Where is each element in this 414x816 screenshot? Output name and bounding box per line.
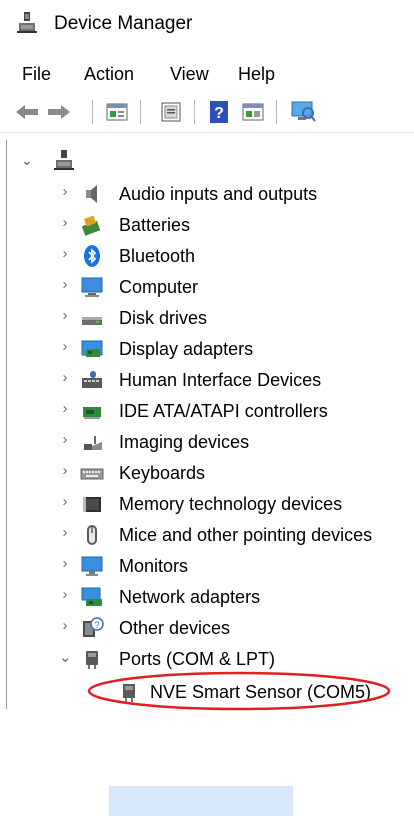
- tree-item-label: Monitors: [119, 556, 189, 576]
- chevron-right-icon[interactable]: ›: [59, 400, 71, 417]
- chevron-right-icon[interactable]: ›: [59, 462, 71, 479]
- ide-controller-icon: [83, 407, 101, 419]
- display-adapter-icon: [81, 340, 103, 357]
- tree-item-monitors[interactable]: › Monitors: [7, 550, 414, 581]
- chevron-down-icon[interactable]: ⌄: [59, 648, 72, 666]
- tree-child-label: NVE Smart Sensor (COM5): [150, 682, 372, 702]
- port-icon: [123, 684, 135, 702]
- tree-item-memory-tech[interactable]: › Memory technology devices: [7, 488, 414, 519]
- device-tree: ⌄ › Audio inputs and outputs › Batteries…: [6, 140, 414, 816]
- tree-item-bluetooth[interactable]: › Bluetooth: [7, 240, 414, 271]
- tree-item-label: Bluetooth: [119, 246, 196, 266]
- tree-item-hid[interactable]: › Human Interface Devices: [7, 364, 414, 395]
- chevron-right-icon[interactable]: ›: [59, 183, 71, 200]
- disk-drive-icon: [82, 317, 102, 325]
- chevron-right-icon[interactable]: ›: [59, 245, 71, 262]
- forward-icon[interactable]: [46, 99, 72, 125]
- toolbar: ?: [0, 92, 414, 133]
- window-title: Device Manager: [54, 13, 193, 34]
- tree-item-label: Batteries: [119, 215, 191, 235]
- tree-item-imaging[interactable]: › Imaging devices: [7, 426, 414, 457]
- toolbar-separator: [92, 100, 93, 124]
- port-icon: [86, 651, 98, 669]
- tree-item-network[interactable]: › Network adapters: [7, 581, 414, 612]
- device-manager-icon: [17, 12, 37, 33]
- chevron-right-icon[interactable]: ›: [59, 493, 71, 510]
- chevron-down-icon[interactable]: ⌄: [21, 152, 33, 169]
- menu-file[interactable]: File: [22, 62, 51, 86]
- tree-item-disk-drives[interactable]: › Disk drives: [7, 302, 414, 333]
- toolbar-separator: [194, 100, 195, 124]
- tree-item-label: Other devices: [119, 618, 231, 638]
- help-icon[interactable]: ?: [206, 99, 232, 125]
- update-driver-icon[interactable]: [158, 99, 184, 125]
- tree-item-display-adapters[interactable]: › Display adapters: [7, 333, 414, 364]
- mouse-icon: [87, 525, 97, 545]
- tree-item-label: IDE ATA/ATAPI controllers: [119, 401, 328, 421]
- back-icon[interactable]: [14, 99, 40, 125]
- tree-item-label: Audio inputs and outputs: [119, 184, 318, 204]
- show-hidden-icon[interactable]: [240, 99, 266, 125]
- unknown-device-icon: ?: [83, 617, 104, 637]
- chevron-right-icon[interactable]: ›: [59, 307, 71, 324]
- tree-item-other[interactable]: › ? Other devices: [7, 612, 414, 643]
- chevron-right-icon[interactable]: ›: [59, 431, 71, 448]
- toolbar-separator: [140, 100, 141, 124]
- imaging-icon: [82, 436, 102, 450]
- tree-item-label: Display adapters: [119, 339, 254, 359]
- tree-item-label: Memory technology devices: [119, 494, 343, 514]
- menu-view[interactable]: View: [170, 62, 209, 86]
- battery-icon: [81, 215, 101, 236]
- menu-help[interactable]: Help: [238, 62, 275, 86]
- speaker-icon: [86, 185, 97, 203]
- tree-item-label: Human Interface Devices: [119, 370, 322, 390]
- chevron-right-icon[interactable]: ›: [59, 338, 71, 355]
- chevron-right-icon[interactable]: ›: [59, 586, 71, 603]
- tree-item-label: Imaging devices: [119, 432, 250, 452]
- computer-icon: [81, 277, 103, 297]
- tree-item-label: Ports (COM & LPT): [119, 649, 276, 669]
- chevron-right-icon[interactable]: ›: [59, 214, 71, 231]
- toolbar-separator: [276, 100, 277, 124]
- chevron-right-icon[interactable]: ›: [59, 555, 71, 572]
- menu-bar: File Action View Help: [0, 58, 414, 88]
- memory-icon: [83, 497, 101, 512]
- tree-item-label: Disk drives: [119, 308, 208, 328]
- monitor-icon: [81, 556, 103, 576]
- chevron-right-icon[interactable]: ›: [59, 276, 71, 293]
- keyboard-icon: [80, 468, 104, 480]
- tree-item-label: Mice and other pointing devices: [119, 525, 373, 545]
- svg-text:?: ?: [214, 105, 224, 122]
- tree-item-keyboards[interactable]: › Keyboards: [7, 457, 414, 488]
- tree-root[interactable]: ⌄: [7, 146, 407, 176]
- tree-child-nve-sensor[interactable]: NVE Smart Sensor (COM5): [7, 676, 414, 707]
- tree-item-mice[interactable]: › Mice and other pointing devices: [7, 519, 414, 550]
- bluetooth-icon: [84, 245, 100, 267]
- tree-item-batteries[interactable]: › Batteries: [7, 209, 414, 240]
- tree-item-label: Network adapters: [119, 587, 261, 607]
- properties-icon[interactable]: [104, 99, 130, 125]
- tree-item-label: Keyboards: [119, 463, 206, 483]
- menu-action[interactable]: Action: [84, 62, 134, 86]
- tree-item-ide[interactable]: › IDE ATA/ATAPI controllers: [7, 395, 414, 426]
- scan-hardware-icon[interactable]: [290, 99, 316, 125]
- tree-item-label: Computer: [119, 277, 199, 297]
- network-adapter-icon: [81, 587, 102, 606]
- tree-item-ports[interactable]: ⌄ Ports (COM & LPT): [7, 643, 414, 674]
- title-bar: Device Manager: [0, 0, 414, 50]
- selection-highlight: [109, 786, 293, 816]
- tree-item-computer[interactable]: › Computer: [7, 271, 414, 302]
- chevron-right-icon[interactable]: ›: [59, 369, 71, 386]
- hid-icon: [82, 371, 102, 388]
- chevron-right-icon[interactable]: ›: [59, 524, 71, 541]
- tree-item-audio[interactable]: › Audio inputs and outputs: [7, 178, 414, 209]
- chevron-right-icon[interactable]: ›: [59, 617, 71, 634]
- computer-root-icon: [54, 150, 74, 170]
- svg-text:?: ?: [94, 620, 99, 630]
